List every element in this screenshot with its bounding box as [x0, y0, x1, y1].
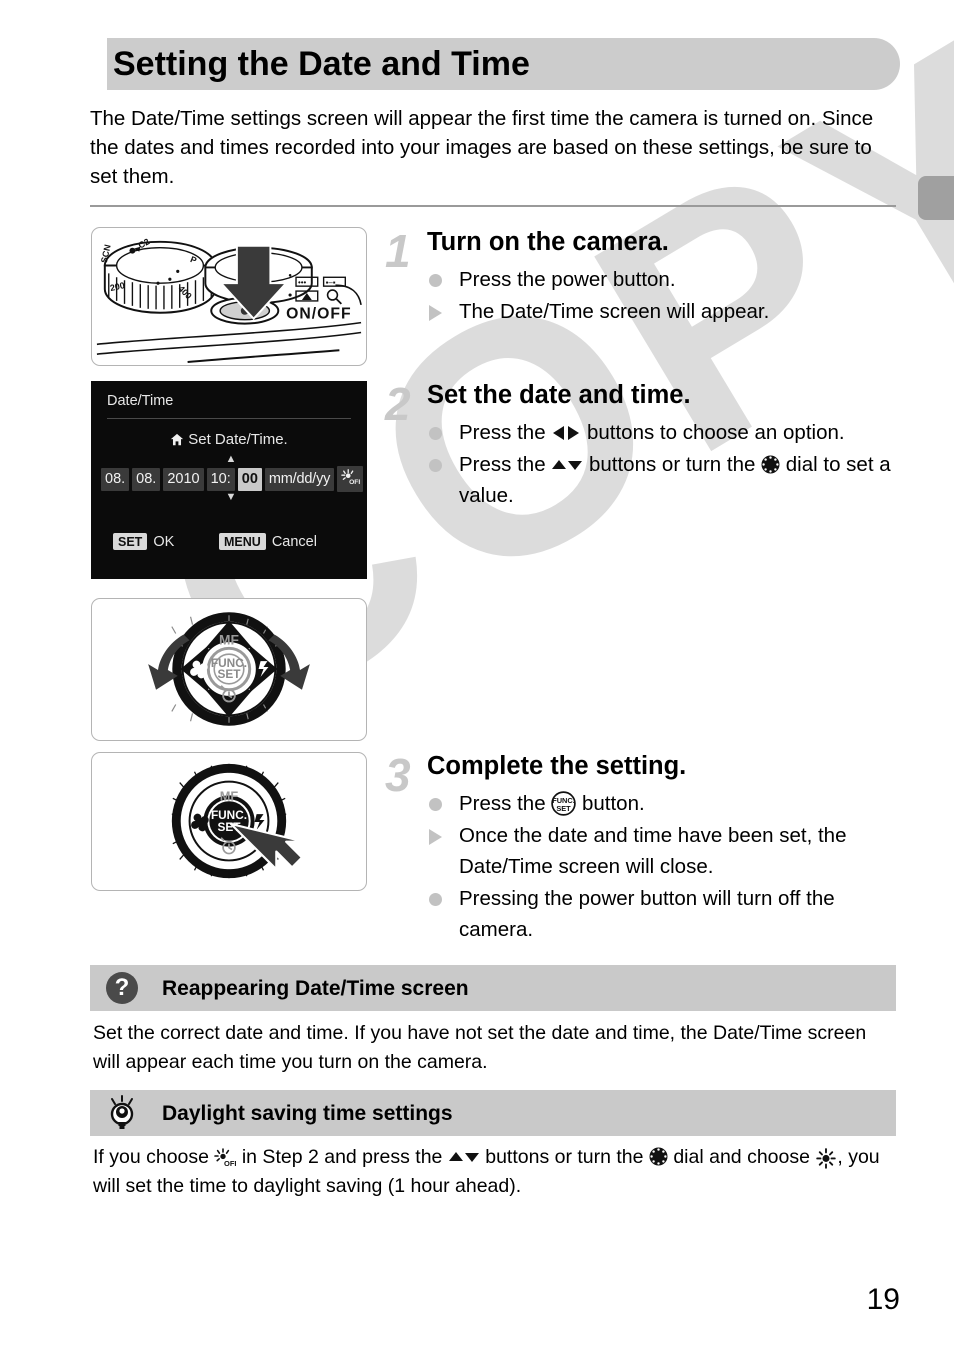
step-2-line-2-text-a: Press the: [459, 453, 552, 476]
svg-text:OFF: OFF: [349, 479, 360, 485]
bullet-dot-icon: [429, 798, 442, 811]
lcd-title-divider: [107, 418, 351, 419]
step-3-line-1: Press the FUNC. SET button.: [427, 788, 905, 819]
control-dial-icon: [649, 1147, 668, 1166]
step-1-body: Press the power button. The Date/Time sc…: [427, 264, 905, 327]
note-2-title: Daylight saving time settings: [162, 1102, 453, 1125]
lcd-caret-up-icon: ▲: [225, 453, 237, 465]
step-2-line-1-text-a: Press the: [459, 421, 552, 444]
step-2-line-1-text-b: buttons to choose an option.: [581, 421, 845, 444]
sun-on-icon: [815, 1148, 837, 1169]
step-2-heading: Set the date and time.: [427, 381, 691, 409]
step-1-line-1: Press the power button.: [427, 264, 905, 295]
step-1-line-1-text: Press the power button.: [459, 268, 676, 291]
step-1-line-2: The Date/Time screen will appear.: [427, 296, 905, 327]
lcd-menu-action[interactable]: MENU Cancel: [219, 533, 317, 550]
svg-text:?: ?: [115, 974, 130, 1001]
lcd-set-key: SET: [113, 533, 148, 550]
note-1-title: Reappearing Date/Time screen: [162, 977, 469, 1000]
bullet-dot-icon: [429, 893, 442, 906]
svg-text:SET: SET: [217, 667, 241, 681]
lcd-set-action[interactable]: SET OK: [113, 533, 174, 550]
lcd-subtitle-row: Set Date/Time.: [91, 431, 367, 448]
step-2-line-1: Press the buttons to choose an option.: [427, 417, 905, 448]
chapter-edge-tab: [918, 176, 954, 220]
step-3-heading: Complete the setting.: [427, 752, 687, 780]
intro-paragraph: The Date/Time settings screen will appea…: [90, 107, 874, 188]
step-2: 2 Set the date and time. Press the butto…: [385, 379, 905, 512]
step-1-heading: Turn on the camera.: [427, 228, 669, 256]
step-3-number: 3: [385, 749, 411, 801]
page-number: 19: [866, 1283, 900, 1316]
lcd-menu-key: MENU: [219, 533, 266, 550]
lcd-field-date-format[interactable]: mm/dd/yy: [264, 467, 335, 491]
svg-text:OFF: OFF: [224, 1159, 236, 1167]
note-2-text-a: If you choose: [93, 1146, 215, 1168]
svg-text:MF: MF: [220, 788, 239, 803]
lcd-datetime-fields: 08. 08. 2010 10: 00 mm/dd/yy OFF: [101, 466, 364, 492]
lcd-field-minute[interactable]: 00: [237, 467, 262, 491]
lcd-field-day[interactable]: 08.: [132, 467, 161, 491]
step-3: 3 Complete the setting. Press the FUNC. …: [385, 750, 905, 946]
note-2-body: If you choose OFF in Step 2 and press th…: [93, 1143, 893, 1201]
figure-control-dial-rotate: FUNC. SET MF: [91, 598, 367, 741]
svg-text:ON/OFF: ON/OFF: [286, 306, 351, 323]
svg-text:▪–▪: ▪–▪: [326, 278, 336, 287]
step-3-line-3: Pressing the power button will turn off …: [427, 883, 905, 945]
figure-func-set-button-press: FUNC. SET MF: [91, 752, 367, 891]
lcd-subtitle-text: Set Date/Time.: [188, 431, 288, 448]
note-reappearing-screen-header: ? Reappearing Date/Time screen: [90, 965, 896, 1011]
note-2-text-d: dial and choose: [667, 1146, 816, 1168]
note-2-text-c: buttons or turn the: [479, 1146, 649, 1168]
figure-camera-top-power-button: SCN C2 P 200 400 ON/OFF ••• ▪–▪: [91, 227, 367, 366]
lightbulb-icon: [104, 1095, 140, 1131]
control-dial-icon: [761, 455, 780, 474]
bullet-triangle-icon: [429, 305, 442, 321]
step-3-line-2: Once the date and time have been set, th…: [427, 820, 905, 882]
lcd-menu-label: Cancel: [271, 533, 317, 550]
bullet-dot-icon: [429, 459, 442, 472]
step-3-line-3-text: Pressing the power button will turn off …: [459, 887, 835, 941]
step-3-body: Press the FUNC. SET button. Once the dat…: [427, 788, 905, 945]
step-2-body: Press the buttons to choose an option. P…: [427, 417, 905, 511]
step-1-line-2-text: The Date/Time screen will appear.: [459, 300, 770, 323]
svg-text:SET: SET: [557, 804, 572, 813]
note-1-body: Set the correct date and time. If you ha…: [93, 1022, 867, 1073]
step-3-line-1-text-a: Press the: [459, 792, 552, 815]
sun-off-icon[interactable]: OFF: [337, 466, 364, 492]
figure-lcd-date-time-screen: Date/Time Set Date/Time. ▲ 08. 08. 2010 …: [91, 381, 367, 579]
step-3-line-1-text-b: button.: [576, 792, 645, 815]
lcd-field-month[interactable]: 08.: [101, 467, 130, 491]
lcd-field-year[interactable]: 2010: [163, 467, 204, 491]
step-3-line-2-text: Once the date and time have been set, th…: [459, 824, 847, 878]
lcd-set-label: OK: [153, 533, 175, 550]
bullet-dot-icon: [429, 274, 442, 287]
note-2-text-b: in Step 2 and press the: [236, 1146, 448, 1168]
lcd-screen-title: Date/Time: [107, 393, 174, 409]
step-1-number: 1: [385, 225, 411, 277]
bullet-triangle-icon: [429, 829, 442, 845]
svg-text:MF: MF: [219, 632, 239, 647]
up-down-arrows-icon: [551, 457, 583, 473]
note-daylight-saving-header: Daylight saving time settings: [90, 1090, 896, 1136]
bullet-dot-icon: [429, 427, 442, 440]
home-icon: [170, 433, 184, 446]
step-2-line-2: Press the buttons or turn the dial to se…: [427, 449, 905, 511]
lcd-field-hour[interactable]: 10:: [206, 467, 235, 491]
lcd-caret-down-icon: ▼: [225, 491, 237, 503]
sun-off-icon: OFF: [214, 1148, 236, 1167]
page-title: Setting the Date and Time: [113, 45, 530, 83]
lcd-footer-bar: SET OK MENU Cancel: [91, 533, 367, 557]
step-2-number: 2: [385, 378, 411, 430]
svg-text:•••: •••: [298, 278, 307, 287]
step-1: 1 Turn on the camera. Press the power bu…: [385, 226, 905, 328]
up-down-arrows-icon: [448, 1149, 480, 1165]
question-mark-icon: ?: [104, 970, 140, 1006]
step-2-line-2-text-b: buttons or turn the: [583, 453, 762, 476]
section-divider: [90, 205, 896, 207]
func-set-button-icon: FUNC. SET: [551, 791, 577, 816]
left-right-arrows-icon: [551, 425, 581, 441]
